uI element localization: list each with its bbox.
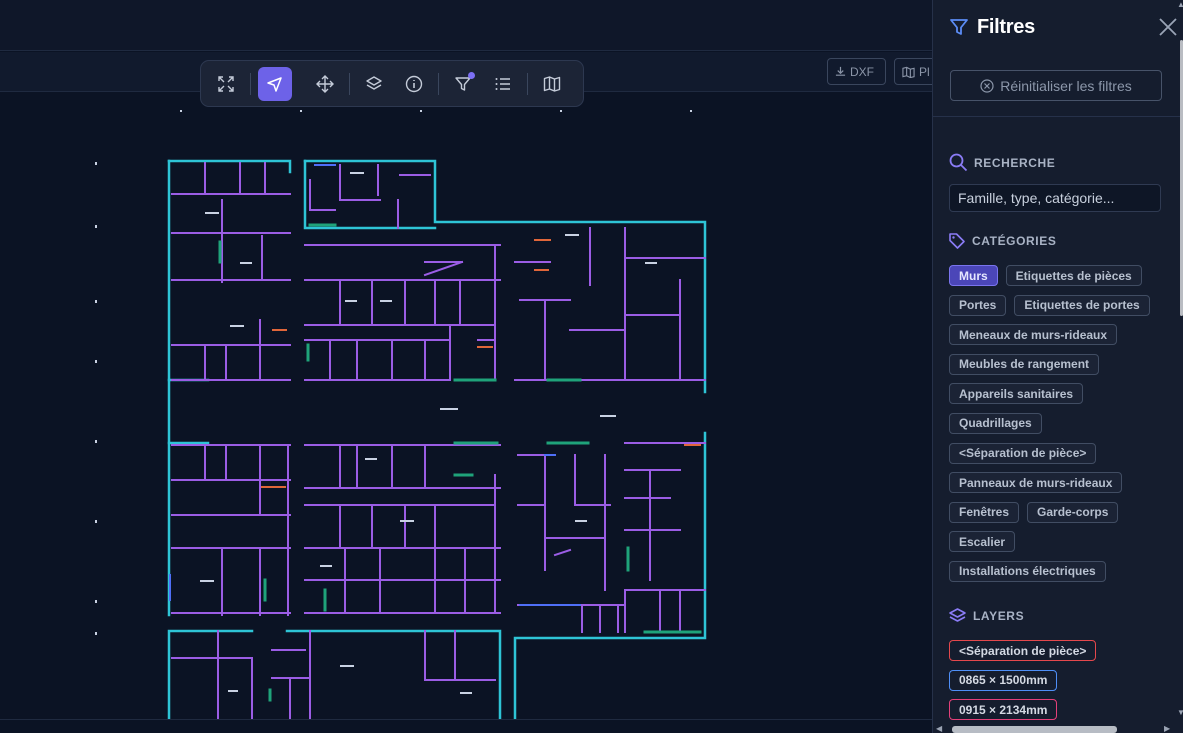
download-icon — [835, 66, 846, 76]
category-chip-panneaux[interactable]: Panneaux de murs-rideaux — [949, 472, 1123, 494]
map-icon — [543, 75, 561, 92]
scroll-up-arrow[interactable]: ▲ — [1177, 0, 1183, 9]
filter-icon — [950, 19, 968, 35]
info-button[interactable] — [397, 67, 431, 101]
layers-heading-label: LAYERS — [973, 609, 1025, 623]
panel-header: Filtres — [933, 0, 1183, 54]
layer-chip-separation[interactable]: <Séparation de pièce> — [949, 640, 1097, 661]
chip-row: Fenêtres Garde-corps — [949, 501, 1165, 532]
chip-row: Meneaux de murs-rideaux — [949, 324, 1165, 354]
interior-walls — [171, 162, 706, 719]
filter-active-badge — [468, 71, 475, 79]
category-chip-meubles[interactable]: Meubles de rangement — [949, 353, 1100, 375]
panel-horizontal-scrollbar[interactable] — [952, 726, 1117, 733]
map-view-button[interactable] — [535, 67, 569, 101]
layers-button[interactable] — [357, 67, 391, 101]
clear-circle-icon — [980, 78, 994, 93]
chip-row: Quadrillages — [949, 412, 1165, 443]
highlighted-doors — [261, 239, 701, 488]
chip-row: Installations électriques — [949, 560, 1165, 591]
category-chip-portes[interactable]: Portes — [949, 294, 1007, 316]
close-icon — [1159, 18, 1177, 36]
category-chip-etiquettes-portes[interactable]: Etiquettes de portes — [1014, 294, 1150, 316]
fullscreen-button[interactable] — [209, 67, 243, 101]
search-heading-label: RECHERCHE — [974, 155, 1056, 170]
close-panel-button[interactable] — [1157, 16, 1179, 38]
toolbar-divider — [250, 72, 251, 95]
export-dxf-label: DXF — [850, 64, 874, 79]
chip-row: Portes Etiquettes de portes — [949, 294, 1165, 325]
category-chips: Murs Etiquettes de pièces Portes Etiquet… — [949, 265, 1165, 591]
tag-icon — [949, 233, 965, 249]
category-chip-murs[interactable]: Murs — [949, 265, 998, 286]
layers-section-heading: LAYERS — [948, 607, 1024, 625]
app-window: DXF Pl Filtres Réinitialiser les filtres… — [0, 0, 1183, 733]
expand-icon — [218, 75, 234, 92]
scroll-down-arrow[interactable]: ▼ — [1177, 708, 1183, 717]
info-icon — [405, 75, 423, 92]
select-tool-button[interactable] — [258, 66, 292, 101]
chip-row: Panneaux de murs-rideaux — [949, 472, 1165, 502]
layers-icon — [949, 608, 966, 622]
move-icon — [316, 74, 334, 93]
floor-plan-drawing — [95, 110, 707, 719]
floating-toolbar — [200, 60, 584, 107]
room-labels — [95, 110, 692, 694]
list-button[interactable] — [486, 67, 520, 101]
toolbar-divider — [349, 72, 350, 95]
scroll-right-arrow[interactable]: ▶ — [1164, 724, 1170, 733]
canvas-horizontal-scrollbar[interactable] — [0, 719, 932, 733]
reset-filters-label: Réinitialiser les filtres — [1000, 77, 1132, 94]
reset-filters-button[interactable]: Réinitialiser les filtres — [950, 70, 1162, 101]
floor-plan-canvas[interactable] — [0, 93, 932, 719]
layer-chip-0865x1500[interactable]: 0865 × 1500mm — [949, 669, 1058, 691]
category-chip-sanitaires[interactable]: Appareils sanitaires — [949, 383, 1084, 405]
category-chip-meneaux[interactable]: Meneaux de murs-rideaux — [949, 324, 1118, 346]
category-chip-escalier[interactable]: Escalier — [949, 531, 1016, 553]
panel-title: Filtres — [977, 15, 1035, 38]
category-chip-fenetres[interactable]: Fenêtres — [949, 501, 1020, 523]
search-section-heading: RECHERCHE — [949, 153, 1055, 172]
chip-row: Appareils sanitaires — [949, 383, 1165, 413]
filter-button[interactable] — [446, 67, 480, 101]
top-bar — [0, 0, 932, 51]
category-chip-quadrillages[interactable]: Quadrillages — [949, 412, 1042, 434]
toolbar-divider — [527, 72, 528, 95]
layer-list: <Séparation de pièce> 0865 × 1500mm 0915… — [949, 640, 1165, 729]
toolbar-divider — [438, 72, 439, 95]
category-chip-separation[interactable]: <Séparation de pièce> — [949, 442, 1097, 464]
categories-section-heading: CATÉGORIES — [948, 232, 1056, 250]
export-dxf-button[interactable]: DXF — [827, 58, 886, 85]
chip-row: Meubles de rangement — [949, 353, 1165, 384]
panel-divider — [933, 116, 1183, 117]
category-chip-electriques[interactable]: Installations électriques — [949, 560, 1106, 582]
search-input[interactable] — [949, 184, 1161, 212]
chip-row: <Séparation de pièce> — [949, 442, 1165, 473]
category-chip-garde-corps[interactable]: Garde-corps — [1027, 501, 1119, 523]
scroll-left-arrow[interactable]: ◀ — [936, 724, 942, 733]
chip-row: Murs Etiquettes de pièces — [949, 265, 1165, 295]
chip-row: Escalier — [949, 531, 1165, 561]
pointer-icon — [267, 76, 282, 92]
search-icon — [949, 153, 968, 172]
export-plan-label: Pl — [919, 64, 930, 79]
pan-tool-button[interactable] — [308, 67, 342, 101]
list-icon — [495, 77, 510, 90]
category-chip-etiquettes-pieces[interactable]: Etiquettes de pièces — [1005, 265, 1142, 286]
layer-chip-0915x2134[interactable]: 0915 × 2134mm — [949, 699, 1058, 720]
map-icon — [902, 66, 915, 78]
blue-elements — [169, 164, 581, 606]
layers-icon — [366, 75, 382, 90]
categories-heading-label: CATÉGORIES — [972, 234, 1057, 248]
